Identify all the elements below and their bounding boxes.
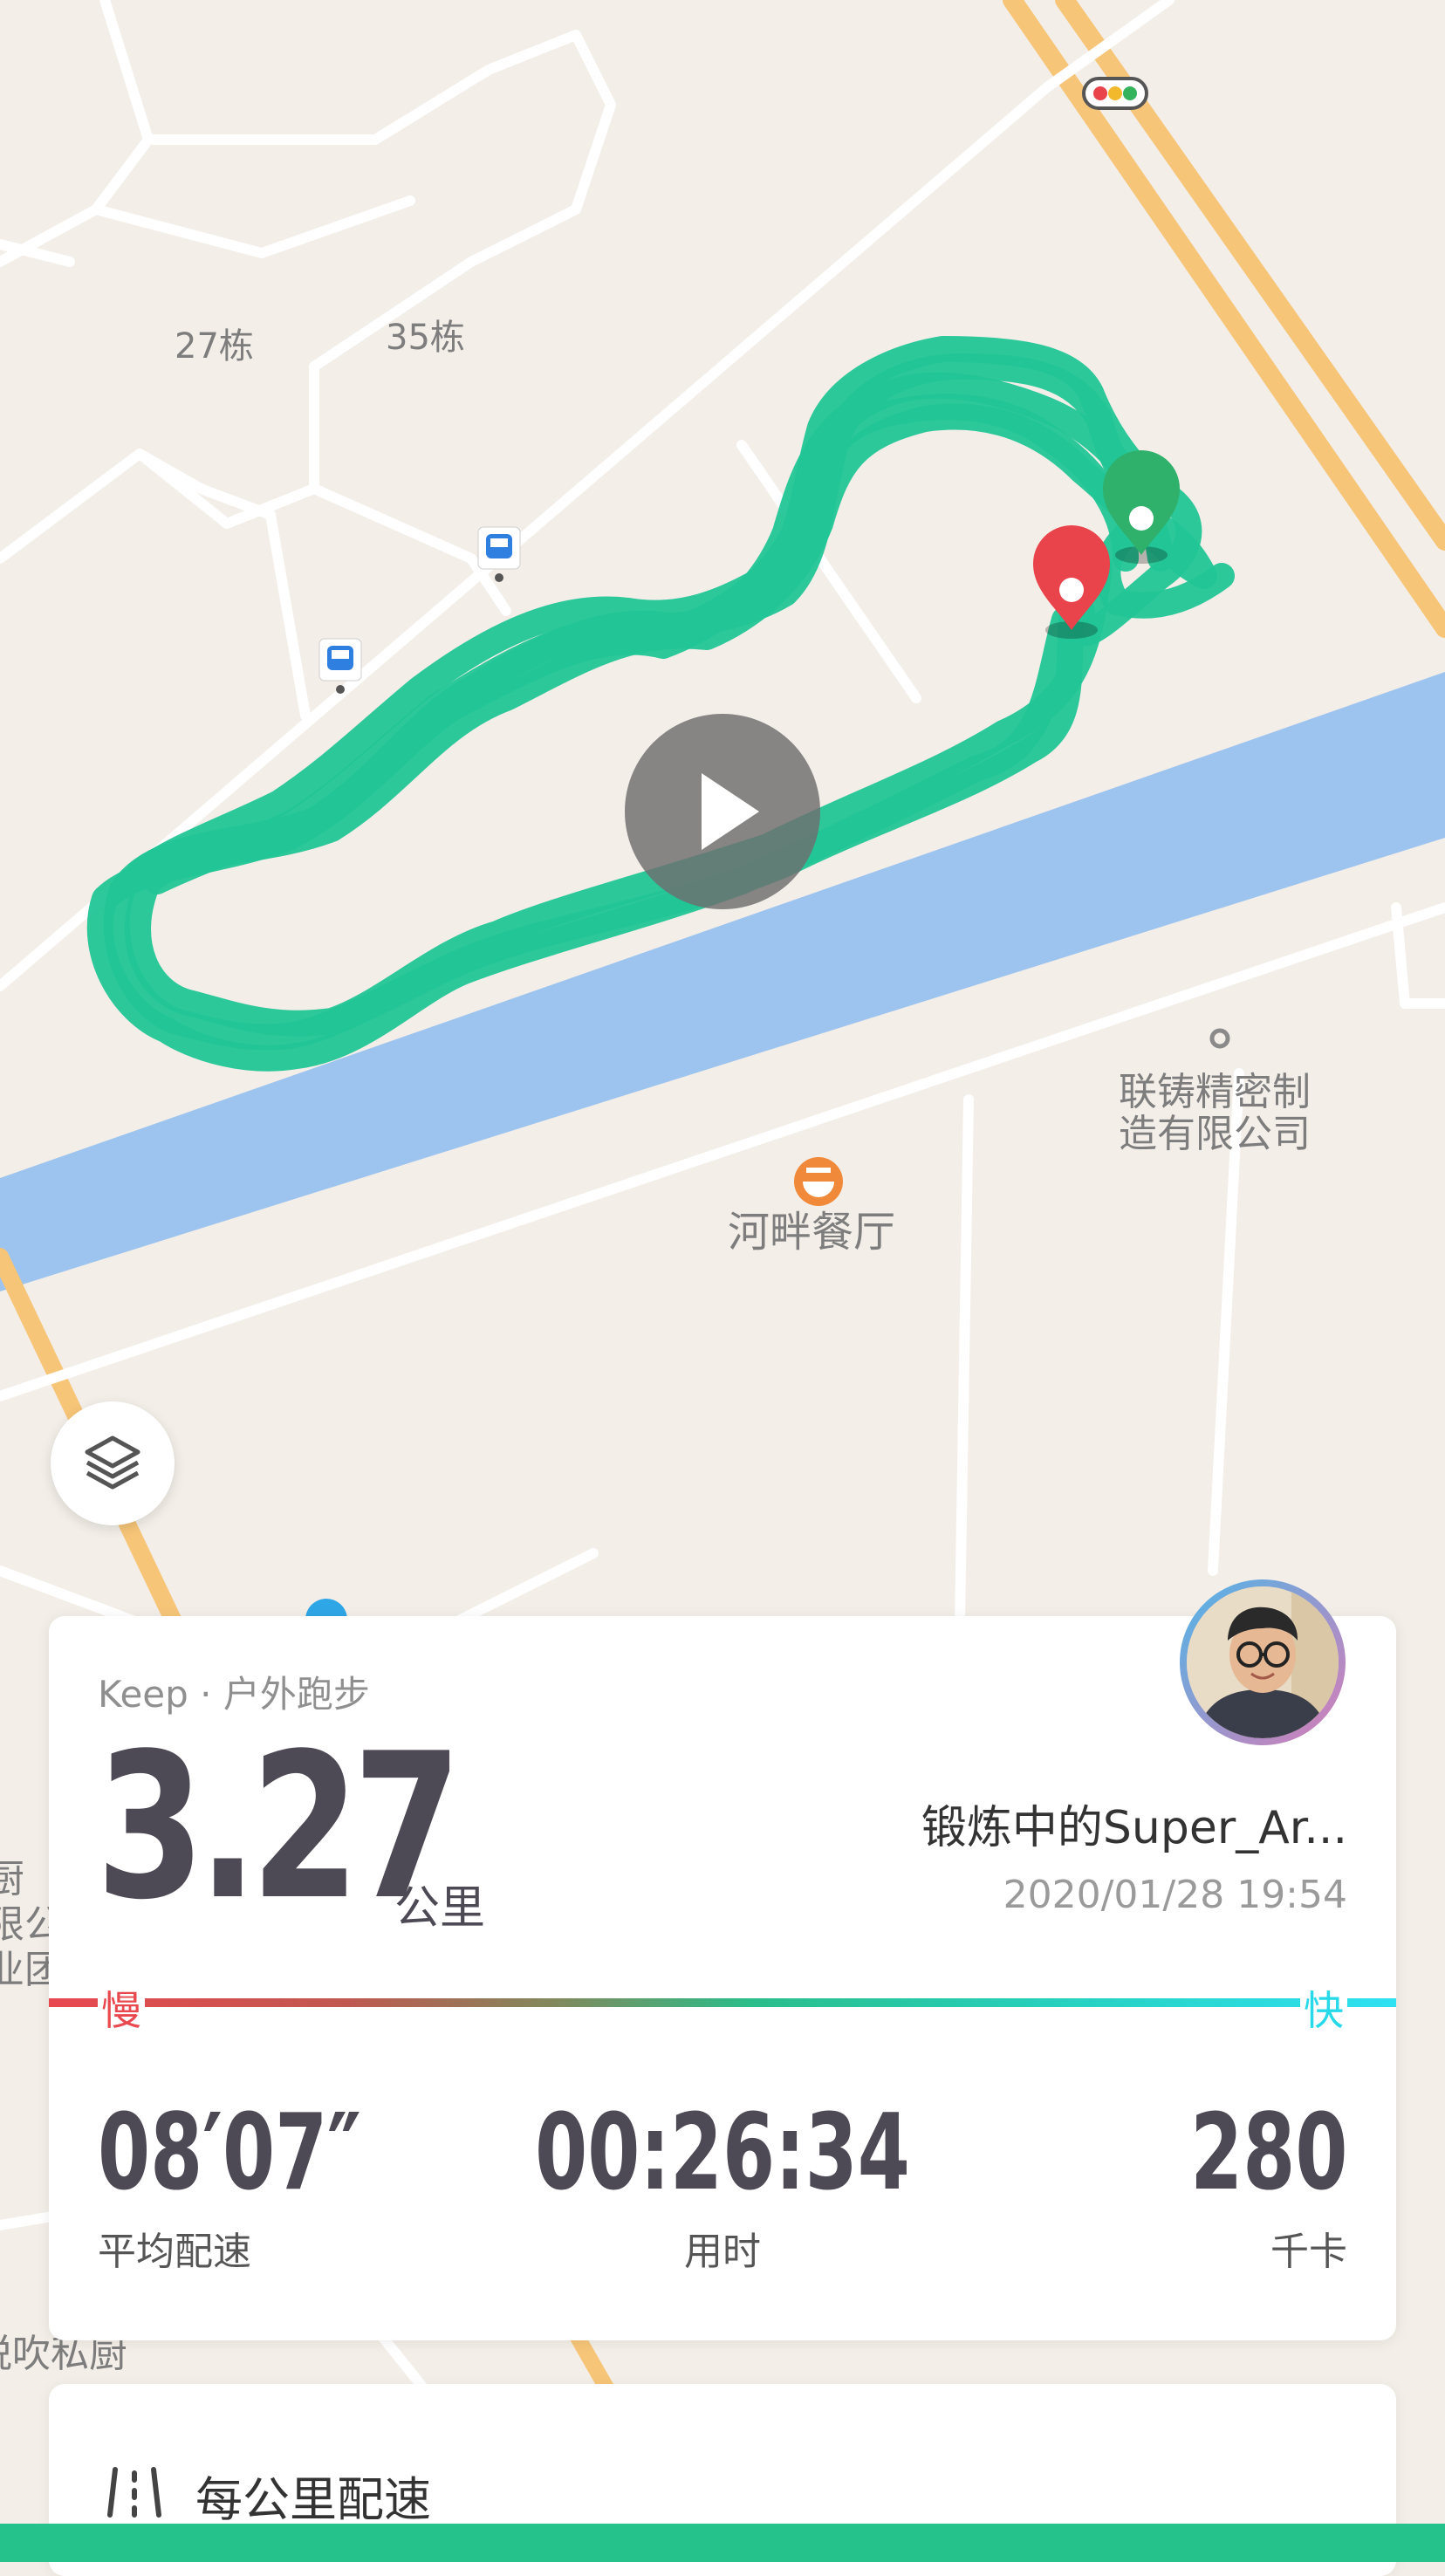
duration-label: 用时 xyxy=(684,2230,761,2274)
pace-fast-label: 快 xyxy=(1300,1979,1347,2037)
avg-pace-value: 08′07″ xyxy=(98,2093,361,2214)
map-layers-button[interactable] xyxy=(51,1401,175,1525)
calories-label: 千卡 xyxy=(1270,2230,1347,2274)
bottom-action-bar[interactable] xyxy=(0,2524,1445,2562)
play-replay-button[interactable] xyxy=(625,714,820,909)
user-name[interactable]: 锻炼中的Super_Ar... xyxy=(921,1791,1347,1856)
layers-icon xyxy=(85,1435,140,1490)
play-icon xyxy=(702,773,759,850)
map-label-building-35: 35栋 xyxy=(386,318,465,358)
duration-value: 00:26:34 xyxy=(535,2093,910,2214)
traffic-light-icon xyxy=(1082,77,1148,110)
activity-source: Keep · 户外跑步 xyxy=(98,1673,370,1716)
activity-datetime: 2020/01/28 19:54 xyxy=(1003,1873,1347,1917)
avatar[interactable] xyxy=(1180,1579,1346,1745)
restaurant-poi-icon xyxy=(794,1157,843,1206)
map-label-restaurant: 河畔餐厅 xyxy=(728,1208,895,1257)
pace-slow-label: 慢 xyxy=(98,1979,145,2037)
map-label-building-27: 27栋 xyxy=(175,326,254,367)
distance-unit: 公里 xyxy=(394,1882,486,1935)
map-label-left-1: 厨 xyxy=(0,1857,24,1901)
avg-pace-label: 平均配速 xyxy=(98,2230,251,2274)
calories-value: 280 xyxy=(1189,2093,1347,2214)
avatar-photo xyxy=(1187,1586,1339,1738)
splits-icon xyxy=(107,2467,161,2518)
map-label-company-line1: 联铸精密制 xyxy=(1119,1070,1311,1114)
pace-legend-bar xyxy=(49,1998,1396,2007)
per-km-pace-title: 每公里配速 xyxy=(195,2472,431,2527)
map-label-company-line2: 造有限公司 xyxy=(1119,1112,1311,1156)
